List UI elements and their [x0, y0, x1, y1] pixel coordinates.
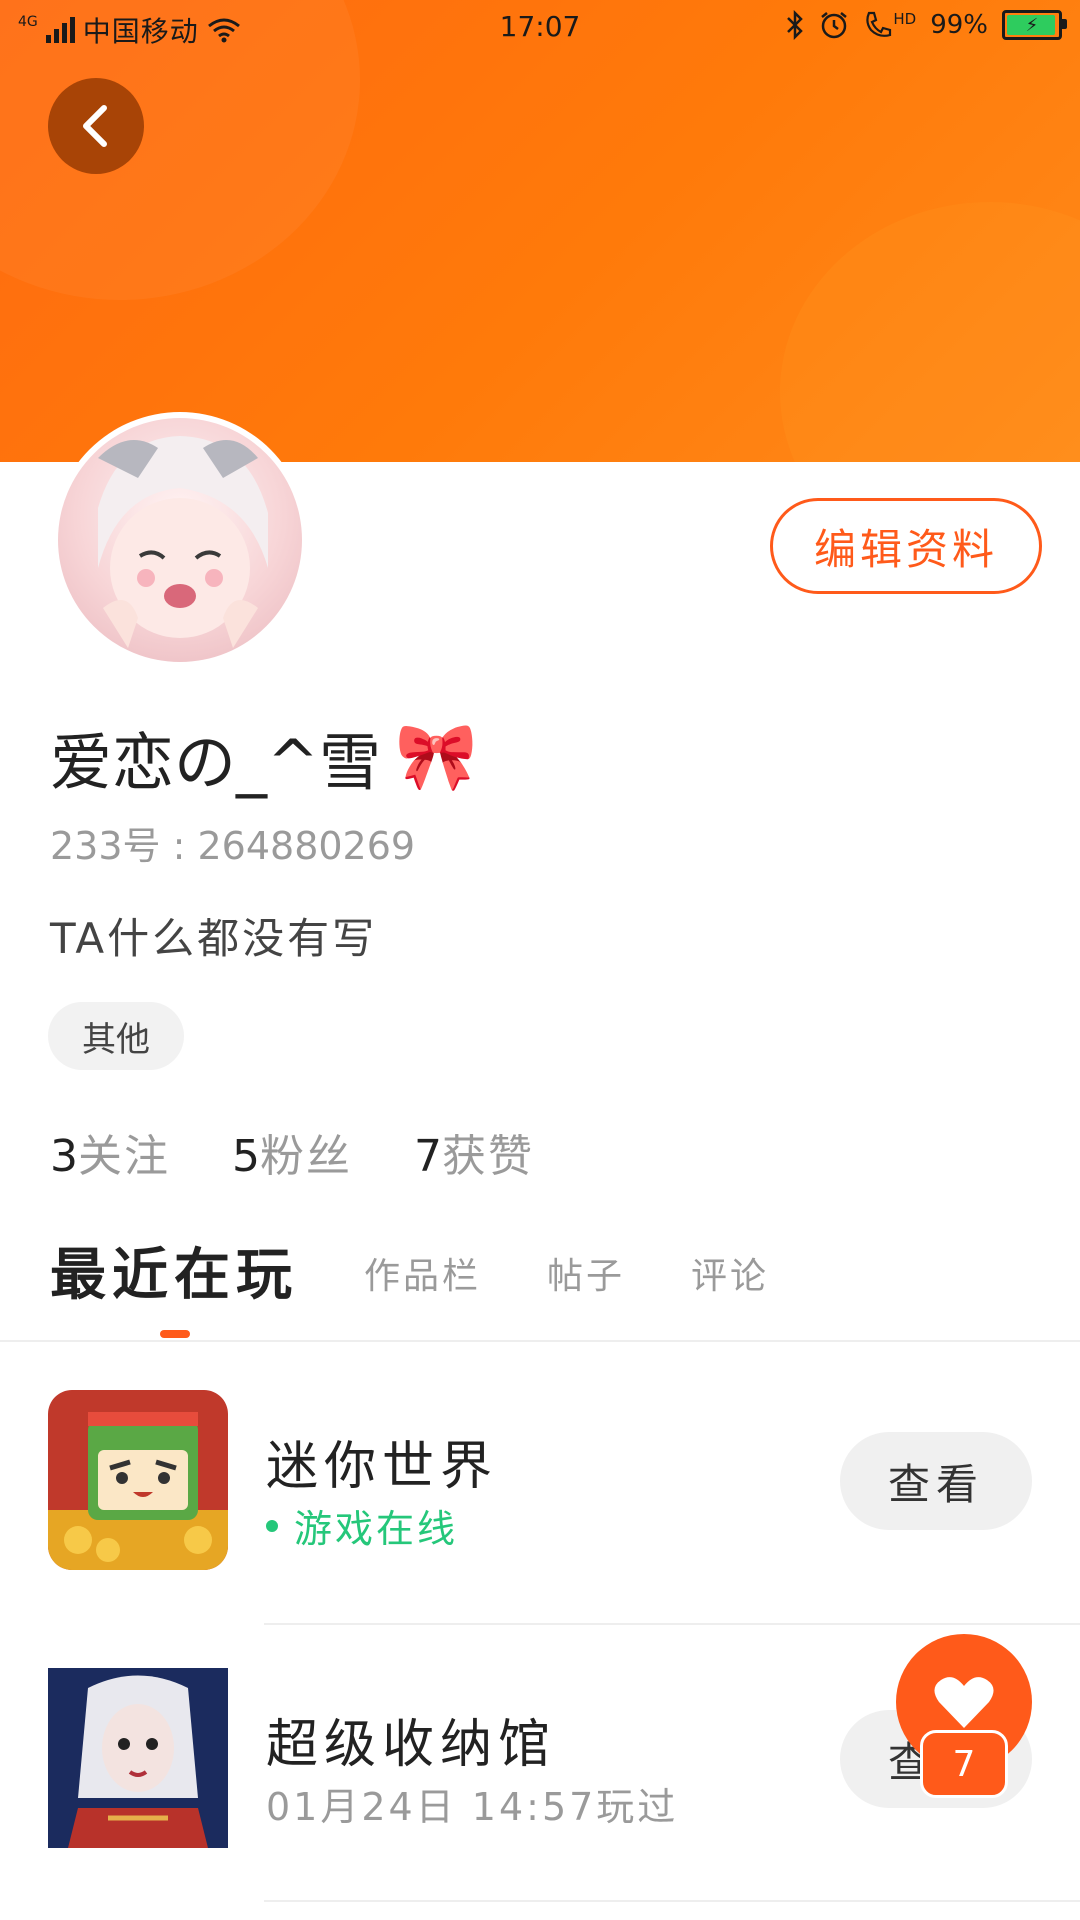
game-status: 游戏在线	[266, 1498, 458, 1553]
following-label: 关注	[78, 1131, 170, 1182]
battery-icon: ⚡	[1002, 10, 1067, 40]
like-count-badge: 7	[920, 1730, 1008, 1798]
game-status-text: 游戏在线	[294, 1507, 459, 1551]
tab-works[interactable]: 作品栏	[364, 1247, 481, 1311]
tab-comments[interactable]: 评论	[691, 1247, 769, 1311]
back-button[interactable]	[48, 78, 144, 174]
chevron-left-icon	[83, 105, 107, 147]
active-tab-indicator	[160, 1330, 190, 1338]
tab-recently-played[interactable]: 最近在玩	[50, 1230, 298, 1311]
banner-decoration	[780, 202, 1080, 462]
view-button[interactable]: 查看	[840, 1432, 1032, 1530]
heart-icon	[934, 1677, 994, 1728]
bow-emoji-icon: 🎀	[394, 718, 478, 795]
followers-stat[interactable]: 5粉丝	[232, 1120, 352, 1184]
likes-count: 7	[414, 1131, 442, 1182]
followers-label: 粉丝	[260, 1131, 352, 1182]
alarm-icon	[821, 12, 848, 39]
row-divider	[264, 1623, 1080, 1625]
avatar-image	[58, 418, 302, 662]
following-count: 3	[50, 1131, 78, 1182]
followers-count: 5	[232, 1131, 260, 1182]
edit-profile-button[interactable]: 编辑资料	[770, 498, 1042, 594]
row-divider	[264, 1900, 1080, 1902]
tabs-divider	[0, 1340, 1080, 1342]
likes-stat[interactable]: 7获赞	[414, 1120, 534, 1184]
call-icon	[866, 11, 892, 37]
following-stat[interactable]: 3关注	[50, 1120, 170, 1184]
game-icon-super-storage	[48, 1668, 228, 1848]
game-title: 迷你世界	[266, 1437, 499, 1497]
profile-banner	[0, 0, 1080, 462]
charging-icon: ⚡	[1025, 14, 1039, 36]
list-item[interactable]: 迷你世界 游戏在线 查看	[0, 1390, 1080, 1570]
username-text: 爱恋の_^雪	[50, 726, 381, 799]
profile-tabs: 最近在玩 作品栏 帖子 评论	[50, 1230, 769, 1311]
user-id: 233号 : 264880269	[50, 824, 416, 868]
username: 爱恋の_^雪 🎀	[50, 712, 477, 802]
game-title: 超级收纳馆	[266, 1715, 557, 1775]
status-bar: 4G 中国移动 17:07 HD 99% ⚡	[0, 0, 1080, 52]
online-dot-icon	[266, 1519, 278, 1532]
stats-row: 3关注 5粉丝 7获赞	[50, 1120, 534, 1184]
bio-text: TA什么都没有写	[50, 914, 378, 963]
bluetooth-icon	[787, 10, 804, 40]
battery-percent: 99%	[930, 10, 988, 40]
profile-tag: 其他	[48, 1002, 184, 1070]
game-last-played: 01月24日 14:57玩过	[266, 1785, 679, 1829]
hd-label: HD	[893, 10, 917, 28]
likes-label: 获赞	[442, 1131, 534, 1182]
tab-posts[interactable]: 帖子	[547, 1247, 625, 1311]
avatar[interactable]	[52, 412, 308, 668]
game-icon-mini-world	[48, 1390, 228, 1570]
